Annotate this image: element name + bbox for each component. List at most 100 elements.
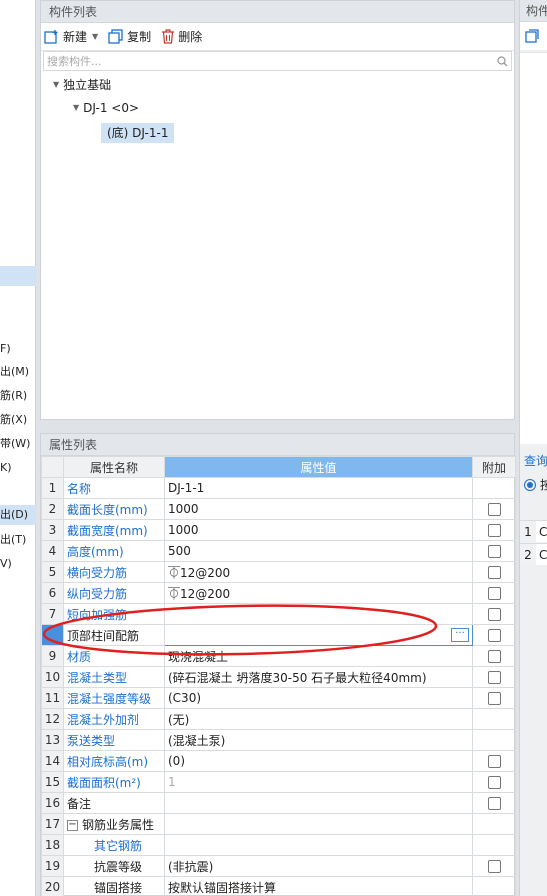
property-value[interactable]: (混凝土泵) [164,729,473,751]
row-number: 3 [41,519,64,541]
table-row[interactable]: 12 混凝土外加剂 (无) [41,708,516,730]
property-value[interactable]: ⏁12@200 [164,561,473,583]
radio-icon[interactable] [524,478,536,491]
tree-node-root[interactable]: ▼ 独立基础 [53,75,111,95]
property-value[interactable]: 1000 [164,519,473,541]
row-number: 19 [41,855,64,877]
table-row[interactable]: 2 C [520,543,547,565]
extra-checkbox[interactable] [487,692,501,705]
left-menu-item[interactable]: 出(D) [0,507,36,523]
property-value[interactable] [164,834,473,856]
table-row[interactable]: 1 C [520,520,547,542]
delete-button[interactable]: 删除 [161,28,202,45]
table-row[interactable]: 18 其它钢筋 [41,834,516,856]
table-row[interactable]: 13 泵送类型 (混凝土泵) [41,729,516,751]
table-row[interactable]: 5 横向受力筋 ⏁12@200 [41,561,516,583]
extra-checkbox[interactable] [487,566,501,579]
extra-checkbox[interactable] [487,860,501,873]
extra-header[interactable]: 附加 [472,456,516,478]
property-value[interactable] [164,792,473,814]
left-menu-item[interactable]: 筋(X) [0,412,36,428]
expand-caret-icon[interactable]: ▼ [73,98,79,118]
extra-checkbox[interactable] [487,524,501,537]
left-menu-item[interactable]: 带(W) [0,436,36,452]
table-row[interactable]: 15 截面面积(m²) 1 [41,771,516,793]
extra-checkbox[interactable] [487,797,501,810]
property-value[interactable]: DJ-1-1 [164,477,473,499]
new-button[interactable]: 新建 ▼ [44,28,98,45]
left-menu-item[interactable]: F) [0,341,36,357]
table-row[interactable]: 16 备注 [41,792,516,814]
extra-cell [472,855,516,877]
extra-cell [472,582,516,604]
extra-checkbox[interactable] [487,776,501,789]
table-row[interactable]: 3 截面宽度(mm) 1000 [41,519,516,541]
property-value[interactable]: (碎石混凝土 坍落度30-50 石子最大粒径40mm) [164,666,473,688]
extra-checkbox[interactable] [487,671,501,684]
table-row[interactable]: 10 混凝土类型 (碎石混凝土 坍落度30-50 石子最大粒径40mm) [41,666,516,688]
extra-cell [472,603,516,625]
new-icon [44,29,58,44]
tree-node-child[interactable]: ▼ DJ-1 <0> [73,98,139,118]
property-value[interactable]: (无) [164,708,473,730]
table-row[interactable]: 1 名称 DJ-1-1 [41,477,516,499]
component-search-input[interactable]: 搜索构件... [43,51,512,71]
row-number: 11 [41,687,64,709]
row-number: 13 [41,729,64,751]
left-menu-item[interactable]: 出(M) [0,364,36,380]
table-row[interactable]: 19 抗震等级 (非抗震) [41,855,516,877]
property-value[interactable]: (非抗震) [164,855,473,877]
extra-checkbox[interactable] [487,503,501,516]
table-row-group[interactable]: 17 − 钢筋业务属性 [41,813,516,835]
extra-checkbox[interactable] [487,629,501,642]
row-number: 18 [41,834,64,856]
property-name-header[interactable]: 属性名称 [63,456,165,478]
extra-checkbox[interactable] [487,650,501,663]
table-row[interactable]: 2 截面长度(mm) 1000 [41,498,516,520]
property-value[interactable]: 1000 [164,498,473,520]
radio-option[interactable]: 按 [524,476,547,493]
table-row[interactable]: 14 相对底标高(m) (0) [41,750,516,772]
search-icon[interactable] [497,55,508,67]
table-row[interactable]: 11 混凝土强度等级 (C30) [41,687,516,709]
property-name: 高度(mm) [63,540,165,562]
property-name: 混凝土强度等级 [63,687,165,709]
property-value[interactable]: 按默认锚固搭接计算 [164,876,473,896]
property-name: 其它钢筋 [63,834,165,856]
row-number: 1 [41,477,64,499]
more-options-button[interactable]: ··· [451,628,469,642]
extra-checkbox[interactable] [487,587,501,600]
property-value-header[interactable]: 属性值 [164,456,473,478]
copy-button[interactable]: 复制 [108,28,151,45]
extra-cell [472,624,516,646]
property-group-name: − 钢筋业务属性 [63,813,165,835]
extra-cell [472,519,516,541]
chevron-down-icon[interactable]: ▼ [92,32,98,41]
tree-node-leaf[interactable]: (底) DJ-1-1 [101,123,175,143]
row-value: C [539,548,547,562]
left-panel-selected-row [0,266,36,286]
copy-icon[interactable] [525,29,539,43]
property-value [164,813,473,835]
component-list-title: 构件列表 [41,1,514,23]
property-value[interactable]: 500 [164,540,473,562]
table-row[interactable]: 20 锚固搭接 按默认锚固搭接计算 [41,876,516,896]
table-row[interactable]: 4 高度(mm) 500 [41,540,516,562]
property-name: 相对底标高(m) [63,750,165,772]
right-panel-body [520,52,547,444]
query-link[interactable]: 查询 [524,452,547,469]
expand-caret-icon[interactable]: ▼ [53,75,59,95]
property-value[interactable]: (C30) [164,687,473,709]
left-menu-item[interactable]: V) [0,556,36,572]
left-menu-item[interactable]: 筋(R) [0,388,36,404]
extra-checkbox[interactable] [487,608,501,621]
collapse-toggle-icon[interactable]: − [67,819,78,831]
extra-checkbox[interactable] [487,545,501,558]
right-panel: 构件 查询 按 1 C 2 C [519,0,547,896]
property-value[interactable]: (0) [164,750,473,772]
row-number: 20 [41,876,64,896]
left-menu-item[interactable]: K) [0,460,36,476]
row-number: 15 [41,771,64,793]
extra-checkbox[interactable] [487,755,501,768]
left-menu-item[interactable]: 出(T) [0,532,36,548]
